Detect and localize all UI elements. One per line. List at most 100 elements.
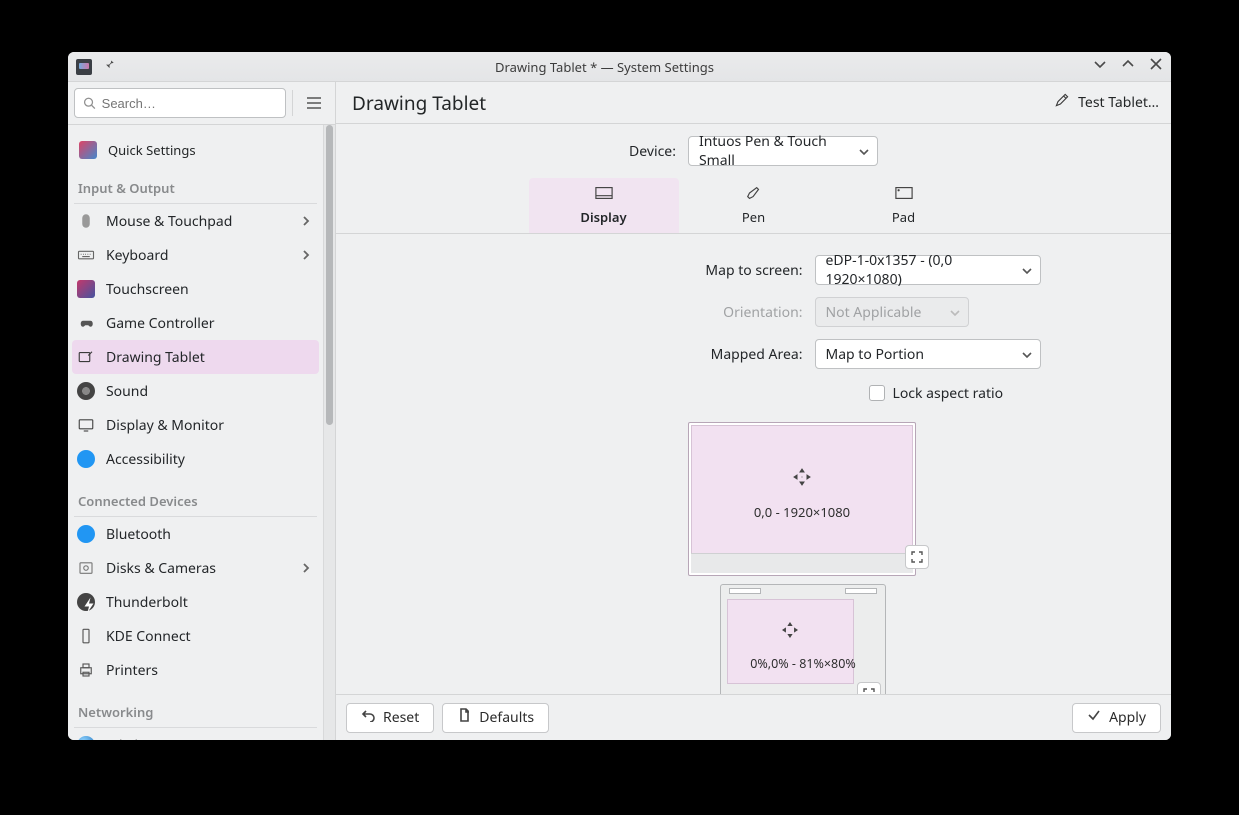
sidebar-item-display[interactable]: Display & Monitor	[72, 408, 319, 442]
bluetooth-icon	[76, 524, 96, 544]
test-tablet-label: Test Tablet…	[1078, 93, 1159, 112]
sidebar-item-mouse[interactable]: Mouse & Touchpad	[72, 204, 319, 238]
pen-tab-icon	[745, 186, 763, 204]
sidebar-item-thunderbolt[interactable]: Thunderbolt	[72, 585, 319, 619]
sidebar-item-kde-connect[interactable]: KDE Connect	[72, 619, 319, 653]
main-panel: Drawing Tablet Test Tablet… Device: Intu…	[336, 82, 1171, 740]
map-to-screen-select[interactable]: eDP-1-0x1357 - (0,0 1920×1080)	[815, 255, 1041, 285]
keyboard-icon	[76, 245, 96, 265]
system-settings-window: Drawing Tablet * — System Settings	[68, 52, 1171, 740]
chevron-down-icon	[950, 303, 960, 322]
minimize-icon[interactable]	[1093, 57, 1107, 76]
search-field[interactable]	[102, 96, 277, 111]
tab-pen[interactable]: Pen	[679, 178, 829, 233]
screen-fullscreen-button[interactable]	[905, 545, 929, 569]
sidebar-item-label: Accessibility	[106, 450, 185, 469]
tablet-fullscreen-button[interactable]	[857, 682, 881, 694]
sidebar: Quick Settings Input & Output Mouse & To…	[68, 82, 336, 740]
tablet-icon	[76, 347, 96, 367]
sidebar-item-keyboard[interactable]: Keyboard	[72, 238, 319, 272]
sidebar-item-label: Display & Monitor	[106, 416, 224, 435]
chevron-right-icon	[301, 559, 311, 578]
sidebar-item-label: KDE Connect	[106, 627, 191, 646]
tablet-mapping-preview[interactable]: 0%,0% - 81%×80%	[720, 584, 886, 694]
sidebar-category-networking: Networking	[74, 687, 317, 728]
screen-mapping-preview[interactable]: 0,0 - 1920×1080	[688, 422, 916, 576]
sidebar-item-wifi[interactable]: Wi-Fi & Internet	[72, 728, 319, 740]
test-tablet-button[interactable]: Test Tablet…	[1054, 92, 1159, 113]
sidebar-item-label: Bluetooth	[106, 525, 171, 544]
sidebar-item-label: Mouse & Touchpad	[106, 212, 232, 231]
pad-tab-icon	[895, 186, 913, 204]
chevron-right-icon	[301, 736, 311, 741]
tab-pad[interactable]: Pad	[829, 178, 979, 233]
footer: Reset Defaults Apply	[336, 694, 1171, 740]
undo-icon	[361, 708, 375, 727]
move-icon	[781, 621, 799, 644]
pin-icon[interactable]	[102, 57, 116, 76]
sidebar-item-accessibility[interactable]: Accessibility	[72, 442, 319, 476]
map-to-screen-value: eDP-1-0x1357 - (0,0 1920×1080)	[826, 251, 1012, 289]
mapped-area-label: Mapped Area:	[711, 345, 803, 364]
mouse-icon	[76, 211, 96, 231]
tab-label: Pad	[892, 208, 915, 226]
sidebar-item-label: Wi-Fi & Internet	[106, 736, 209, 741]
window-title: Drawing Tablet * — System Settings	[116, 58, 1093, 76]
pen-edit-icon	[1054, 92, 1070, 113]
tab-display[interactable]: Display	[529, 178, 679, 233]
reset-label: Reset	[383, 708, 419, 727]
mapped-area-value: Map to Portion	[826, 345, 924, 364]
accessibility-icon	[76, 449, 96, 469]
maximize-icon[interactable]	[1121, 57, 1135, 76]
sidebar-item-label: Printers	[106, 661, 158, 680]
globe-icon	[76, 735, 96, 740]
lock-aspect-checkbox[interactable]	[869, 385, 885, 401]
lock-aspect-label: Lock aspect ratio	[893, 384, 1004, 403]
sidebar-item-quick-settings[interactable]: Quick Settings	[74, 129, 317, 163]
thunderbolt-icon	[76, 592, 96, 612]
monitor-icon	[76, 415, 96, 435]
tab-bar: Display Pen Pad	[336, 178, 1171, 234]
chevron-right-icon	[301, 246, 311, 265]
defaults-button[interactable]: Defaults	[442, 703, 549, 733]
touchscreen-icon	[76, 279, 96, 299]
chevron-right-icon	[301, 212, 311, 231]
check-icon	[1087, 708, 1101, 727]
titlebar[interactable]: Drawing Tablet * — System Settings	[68, 52, 1171, 82]
sidebar-item-label: Quick Settings	[108, 141, 196, 159]
sidebar-item-label: Game Controller	[106, 314, 215, 333]
sidebar-item-drawing-tablet[interactable]: Drawing Tablet	[72, 340, 319, 374]
device-select[interactable]: Intuos Pen & Touch Small	[688, 136, 878, 166]
sidebar-item-label: Drawing Tablet	[106, 348, 205, 367]
hamburger-menu-button[interactable]	[299, 88, 329, 118]
sidebar-item-label: Disks & Cameras	[106, 559, 216, 578]
search-input[interactable]	[74, 88, 286, 118]
sidebar-item-touchscreen[interactable]: Touchscreen	[72, 272, 319, 306]
sidebar-item-label: Sound	[106, 382, 148, 401]
sidebar-item-disks[interactable]: Disks & Cameras	[72, 551, 319, 585]
tab-label: Pen	[742, 208, 765, 226]
orientation-select: Not Applicable	[815, 297, 969, 327]
reset-button[interactable]: Reset	[346, 703, 434, 733]
sidebar-item-bluetooth[interactable]: Bluetooth	[72, 517, 319, 551]
map-to-screen-label: Map to screen:	[705, 261, 802, 280]
mapped-area-select[interactable]: Map to Portion	[815, 339, 1041, 369]
sidebar-item-game-controller[interactable]: Game Controller	[72, 306, 319, 340]
chevron-down-icon	[1022, 261, 1032, 280]
apply-button[interactable]: Apply	[1072, 703, 1161, 733]
move-icon	[792, 467, 812, 492]
sidebar-category-io: Input & Output	[74, 163, 317, 204]
close-icon[interactable]	[1149, 57, 1163, 76]
chevron-down-icon	[1022, 345, 1032, 364]
disk-icon	[76, 558, 96, 578]
document-reset-icon	[457, 708, 471, 727]
device-label: Device:	[629, 142, 676, 161]
sidebar-item-printers[interactable]: Printers	[72, 653, 319, 687]
sidebar-item-label: Thunderbolt	[106, 593, 188, 612]
printer-icon	[76, 660, 96, 680]
orientation-label: Orientation:	[723, 303, 802, 322]
quick-settings-icon	[78, 140, 98, 160]
speaker-icon	[76, 381, 96, 401]
sidebar-item-sound[interactable]: Sound	[72, 374, 319, 408]
sidebar-scrollbar[interactable]	[323, 125, 335, 740]
